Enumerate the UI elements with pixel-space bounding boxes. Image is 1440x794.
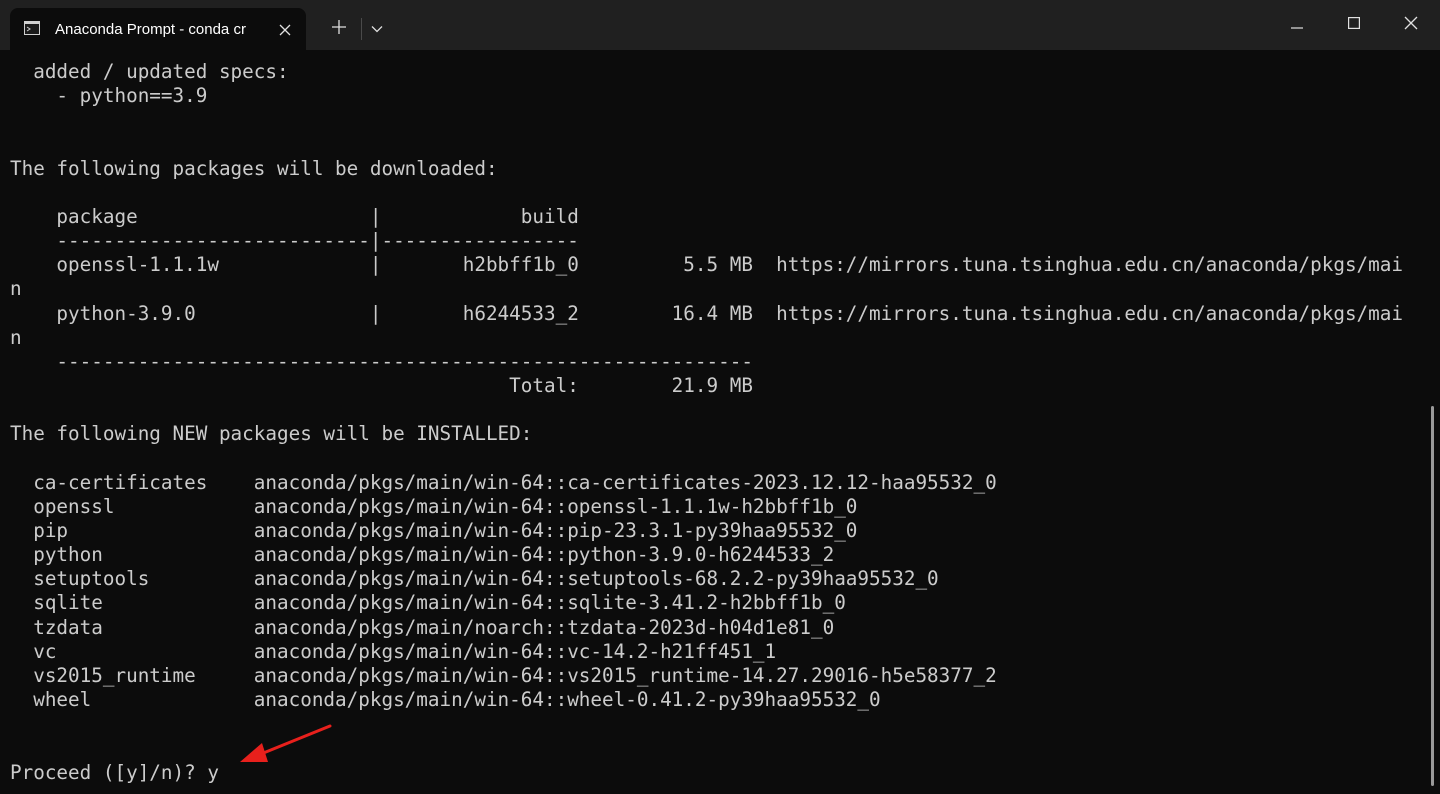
terminal-line: vs2015_runtime anaconda/pkgs/main/win-64… — [10, 663, 997, 687]
terminal-window: Anaconda Prompt - conda cr added / updat… — [0, 0, 1440, 794]
terminal-line: n — [10, 325, 22, 349]
terminal-icon — [24, 21, 40, 35]
plus-icon — [332, 19, 346, 39]
terminal-line: openssl-1.1.1w | h2bbff1b_0 5.5 MB https… — [10, 253, 1403, 277]
new-tab-button[interactable] — [324, 14, 354, 44]
terminal-line: ----------------------------------------… — [10, 349, 753, 373]
tab-title: Anaconda Prompt - conda cr — [55, 21, 246, 38]
maximize-button[interactable] — [1331, 8, 1377, 42]
tab-separator — [361, 18, 362, 40]
minimize-icon — [1291, 16, 1303, 34]
terminal-line: Total: 21.9 MB — [10, 374, 753, 398]
terminal-line: tzdata anaconda/pkgs/main/noarch::tzdata… — [10, 615, 835, 639]
terminal-line: python anaconda/pkgs/main/win-64::python… — [10, 543, 835, 567]
terminal-output[interactable]: added / updated specs: - python==3.9 The… — [0, 50, 1440, 794]
terminal-line: The following NEW packages will be INSTA… — [10, 422, 533, 446]
terminal-line: wheel anaconda/pkgs/main/win-64::wheel-0… — [10, 688, 881, 712]
maximize-icon — [1348, 16, 1361, 34]
terminal-line: setuptools anaconda/pkgs/main/win-64::se… — [10, 567, 939, 591]
close-window-button[interactable] — [1388, 8, 1434, 42]
terminal-line: vc anaconda/pkgs/main/win-64::vc-14.2-h2… — [10, 639, 777, 663]
terminal-line: The following packages will be downloade… — [10, 156, 498, 180]
terminal-line: python-3.9.0 | h6244533_2 16.4 MB https:… — [10, 301, 1403, 325]
terminal-line: n — [10, 277, 22, 301]
close-icon — [1404, 16, 1418, 35]
terminal-line: added / updated specs: — [10, 60, 289, 83]
tab-anaconda-prompt[interactable]: Anaconda Prompt - conda cr — [10, 8, 306, 50]
terminal-text: added / updated specs: - python==3.9 The… — [10, 60, 1403, 785]
terminal-line: ---------------------------|------------… — [10, 229, 579, 253]
terminal-line: sqlite anaconda/pkgs/main/win-64::sqlite… — [10, 591, 846, 615]
terminal-line: - python==3.9 — [10, 84, 208, 108]
terminal-line: ca-certificates anaconda/pkgs/main/win-6… — [10, 470, 997, 494]
terminal-line: package | build — [10, 204, 579, 228]
scrollbar-thumb[interactable] — [1431, 406, 1434, 786]
minimize-button[interactable] — [1274, 8, 1320, 42]
terminal-line: pip anaconda/pkgs/main/win-64::pip-23.3.… — [10, 518, 858, 542]
title-bar: Anaconda Prompt - conda cr — [0, 0, 1440, 50]
tab-dropdown-button[interactable] — [364, 14, 390, 44]
terminal-line: openssl anaconda/pkgs/main/win-64::opens… — [10, 494, 858, 518]
chevron-down-icon — [371, 20, 383, 38]
close-icon[interactable] — [274, 19, 296, 41]
terminal-line: Proceed ([y]/n)? y — [10, 760, 219, 784]
